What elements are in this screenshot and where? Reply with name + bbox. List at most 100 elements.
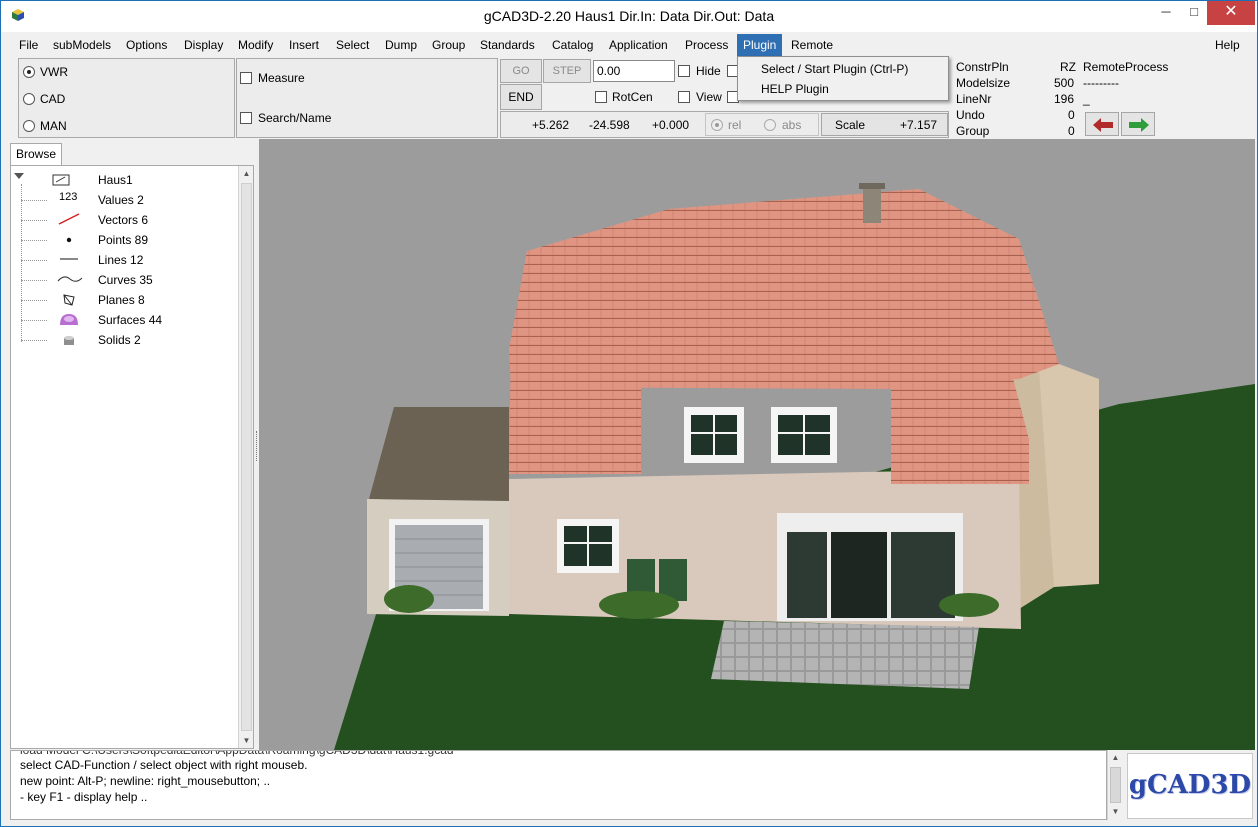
- tree-item-solids[interactable]: Solids 2: [11, 330, 231, 350]
- tree-dots: [21, 200, 47, 201]
- menu-application[interactable]: Application: [603, 34, 674, 56]
- step-value-input[interactable]: 0.00: [593, 60, 675, 82]
- redo-button[interactable]: [1121, 112, 1155, 136]
- close-button[interactable]: ✕: [1207, 1, 1255, 25]
- msg-scroll-thumb[interactable]: [1110, 767, 1121, 803]
- line-icon: [60, 258, 78, 260]
- solid-icon: [64, 336, 74, 345]
- scroll-up-arrow-icon[interactable]: ▲: [239, 166, 254, 181]
- tree-label-planes: Planes 8: [98, 293, 145, 307]
- linenr-value: 196: [1054, 92, 1075, 106]
- menu-plugin[interactable]: Plugin: [737, 34, 783, 56]
- help-plugin-item[interactable]: HELP Plugin: [740, 79, 946, 99]
- search-name-label: Search/Name: [258, 111, 332, 125]
- options-panel: Measure Search/Name: [236, 58, 498, 138]
- maximize-button[interactable]: □: [1179, 1, 1209, 25]
- scroll-down-arrow-icon[interactable]: ▼: [239, 733, 254, 748]
- end-button[interactable]: END: [500, 84, 542, 110]
- tree-dots: [21, 260, 47, 261]
- step-button[interactable]: STEP: [543, 59, 591, 83]
- menu-bar: File subModels Options Display Modify In…: [9, 34, 1251, 56]
- rotcen-label: RotCen: [612, 90, 653, 104]
- menu-file[interactable]: File: [13, 34, 44, 56]
- menu-select[interactable]: Select: [330, 34, 375, 56]
- tree-dots: [21, 240, 47, 241]
- tree-item-points[interactable]: Points 89: [11, 230, 231, 250]
- man-label: MAN: [40, 119, 67, 133]
- linenr-label: LineNr: [956, 92, 992, 106]
- menu-options[interactable]: Options: [120, 34, 173, 56]
- menu-standards[interactable]: Standards: [474, 34, 541, 56]
- browse-tab[interactable]: Browse: [10, 143, 62, 165]
- plane-icon: [63, 294, 75, 306]
- view-label: View: [696, 90, 722, 104]
- rotcen-checkbox[interactable]: [595, 91, 607, 103]
- tree-item-vectors[interactable]: Vectors 6: [11, 210, 231, 230]
- menu-submodels[interactable]: subModels: [47, 34, 117, 56]
- undo-label: Undo: [956, 108, 985, 122]
- menu-help[interactable]: Help: [1209, 34, 1246, 56]
- msg-scroll-up-arrow-icon[interactable]: ▲: [1108, 750, 1123, 765]
- scale-button[interactable]: Scale +7.157: [821, 113, 948, 136]
- tree-dots: [21, 220, 47, 221]
- abs-radio[interactable]: [764, 119, 776, 131]
- tree-item-haus1[interactable]: Haus1: [11, 170, 231, 190]
- select-start-plugin-item[interactable]: Select / Start Plugin (Ctrl-P): [740, 59, 946, 79]
- browse-scroll-thumb[interactable]: [241, 183, 252, 731]
- message-scrollbar[interactable]: ▲ ▼: [1107, 750, 1123, 820]
- go-button[interactable]: GO: [500, 59, 542, 83]
- menu-remote[interactable]: Remote: [785, 34, 839, 56]
- browse-tree: Haus1 123 Values 2 Vectors 6 Points 89 L…: [10, 165, 254, 749]
- splitter-handle[interactable]: [256, 431, 258, 461]
- tree-item-lines[interactable]: Lines 12: [11, 250, 231, 270]
- coord-x: +5.262: [532, 118, 570, 132]
- modelsize-value: 500: [1054, 76, 1075, 90]
- tree-item-surfaces[interactable]: Surfaces 44: [11, 310, 231, 330]
- group-value: 0: [1068, 124, 1075, 138]
- tree-item-curves[interactable]: Curves 35: [11, 270, 231, 290]
- values-icon: 123: [59, 191, 78, 203]
- menu-dump[interactable]: Dump: [379, 34, 423, 56]
- minimize-button[interactable]: ─: [1151, 1, 1181, 25]
- tree-dots: [21, 340, 47, 341]
- hide-checkbox[interactable]: [678, 65, 690, 77]
- measure-label: Measure: [258, 71, 305, 85]
- message-area[interactable]: load Model C:\Users\SoftpediaEditor\AppD…: [10, 750, 1107, 820]
- vector-icon: [58, 213, 80, 225]
- menu-insert[interactable]: Insert: [283, 34, 325, 56]
- remote-input-cursor[interactable]: _: [1083, 91, 1090, 107]
- message-line-1: load Model C:\Users\SoftpediaEditor\AppD…: [20, 750, 454, 757]
- tree-label-lines: Lines 12: [98, 253, 144, 267]
- scale-value: +7.157: [900, 118, 938, 132]
- arrow-left-icon: [1093, 118, 1113, 132]
- menu-process[interactable]: Process: [679, 34, 734, 56]
- view-checkbox[interactable]: [678, 91, 690, 103]
- gcad3d-logo: gCAD3D: [1127, 753, 1253, 819]
- measure-checkbox[interactable]: [240, 72, 252, 84]
- menu-catalog[interactable]: Catalog: [546, 34, 599, 56]
- message-line-4: - key F1 - display help ..: [20, 790, 148, 804]
- tree-item-planes[interactable]: Planes 8: [11, 290, 231, 310]
- menu-display[interactable]: Display: [178, 34, 229, 56]
- search-name-checkbox[interactable]: [240, 112, 252, 124]
- tree-item-values[interactable]: 123 Values 2: [11, 190, 231, 210]
- modelsize-label: Modelsize: [956, 76, 1011, 90]
- vwr-radio[interactable]: [23, 66, 35, 78]
- tree-label-curves: Curves 35: [98, 273, 153, 287]
- hide-label: Hide: [696, 64, 721, 78]
- point-icon: [66, 237, 72, 243]
- tree-dots: [21, 280, 47, 281]
- message-line-3: new point: Alt-P; newline: right_mousebu…: [20, 774, 271, 788]
- 3d-viewport[interactable]: [259, 139, 1255, 750]
- browse-scrollbar[interactable]: ▲ ▼: [238, 166, 253, 748]
- constrpln-value: RZ: [1060, 60, 1076, 74]
- curve-icon: [57, 276, 83, 282]
- msg-scroll-down-arrow-icon[interactable]: ▼: [1108, 804, 1123, 819]
- menu-modify[interactable]: Modify: [232, 34, 279, 56]
- undo-button[interactable]: [1085, 112, 1119, 136]
- man-radio[interactable]: [23, 120, 35, 132]
- cad-radio[interactable]: [23, 93, 35, 105]
- abs-label: abs: [782, 118, 802, 132]
- menu-group[interactable]: Group: [426, 34, 471, 56]
- rel-radio[interactable]: [711, 119, 723, 131]
